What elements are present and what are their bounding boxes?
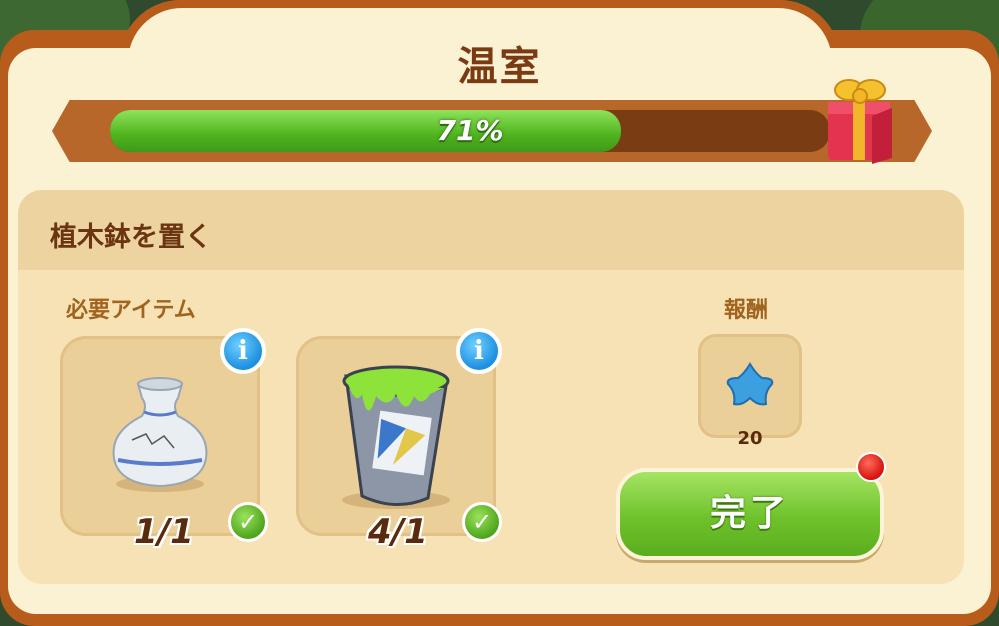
info-button[interactable]: i [220, 328, 266, 374]
check-icon: ✓ [228, 502, 268, 542]
gift-box-icon[interactable] [822, 72, 900, 168]
progress-label: 71% [436, 114, 504, 147]
required-items-label: 必要アイテム [66, 298, 196, 323]
check-icon: ✓ [462, 502, 502, 542]
reward-amount: 20 [737, 428, 763, 449]
blue-star-icon [726, 362, 774, 406]
task-title: 植木鉢を置く [50, 222, 212, 253]
complete-button[interactable]: 完了 [616, 468, 884, 560]
notification-dot [856, 452, 886, 482]
item-count: 4/1 [368, 512, 428, 552]
reward-tile [698, 334, 802, 438]
info-button[interactable]: i [456, 328, 502, 374]
item-count: 1/1 [134, 512, 194, 552]
reward-label: 報酬 [724, 298, 769, 323]
